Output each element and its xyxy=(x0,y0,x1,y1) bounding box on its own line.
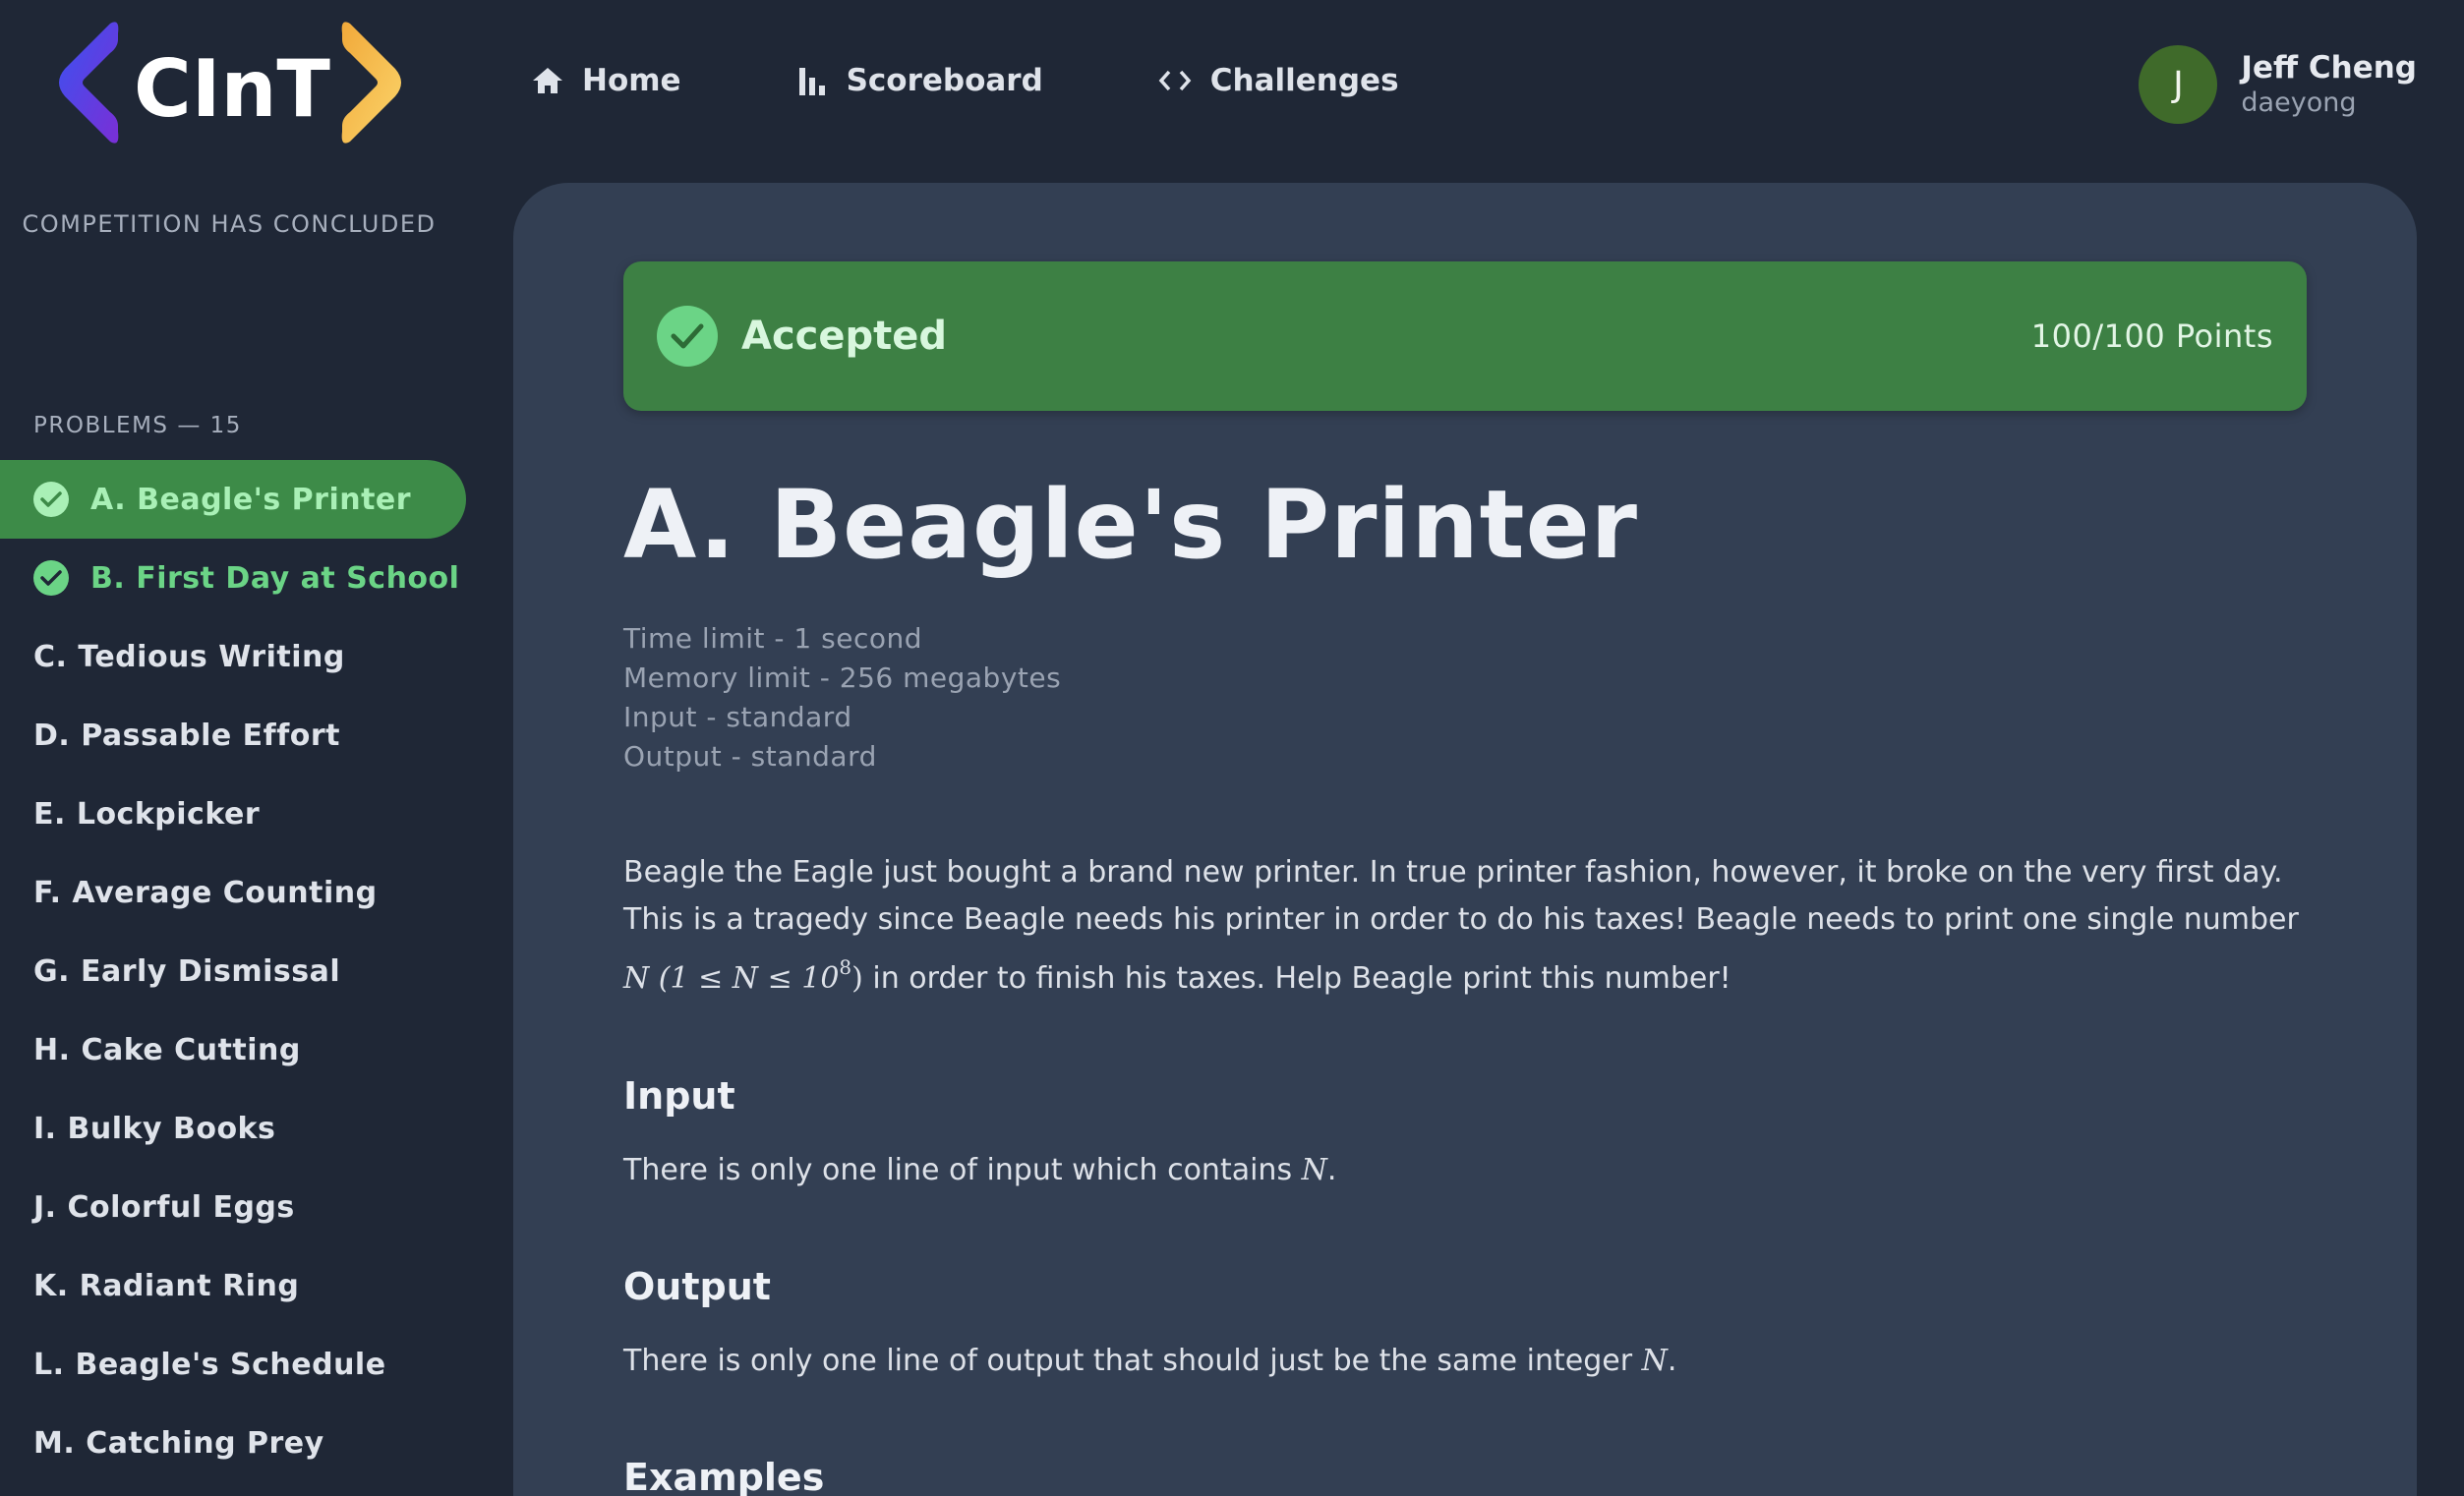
memory-limit: Memory limit - 256 megabytes xyxy=(623,662,1062,694)
examples-heading: Examples xyxy=(623,1456,825,1496)
problem-item[interactable]: C. Tedious Writing xyxy=(0,617,466,696)
problem-item-label: A. Beagle's Printer xyxy=(90,482,412,517)
problem-item-label: H. Cake Cutting xyxy=(33,1032,301,1067)
statement-math-close: ) xyxy=(851,961,863,996)
output-text: There is only one line of output that sh… xyxy=(623,1344,1642,1378)
problem-item[interactable]: K. Radiant Ring xyxy=(0,1246,466,1325)
problem-item[interactable]: A. Beagle's Printer xyxy=(0,460,466,539)
submission-status: Accepted xyxy=(741,314,948,359)
output-heading: Output xyxy=(623,1265,771,1308)
logo-mark: CInT xyxy=(59,22,401,144)
problem-content: Accepted 100/100 Points A. Beagle's Prin… xyxy=(623,261,2307,1496)
problem-statement: Beagle the Eagle just bought a brand new… xyxy=(623,849,2307,1003)
problem-item[interactable]: E. Lockpicker xyxy=(0,775,466,853)
problem-item[interactable]: G. Early Dismissal xyxy=(0,932,466,1010)
check-icon xyxy=(33,560,69,596)
user-handle: daeyong xyxy=(2241,87,2357,118)
app-root: CInT COMPETITION HAS CONCLUDED PROBLEMS … xyxy=(0,0,2464,1496)
time-limit: Time limit - 1 second xyxy=(623,622,922,655)
submission-banner: Accepted 100/100 Points xyxy=(623,261,2307,411)
nav-challenges-label: Challenges xyxy=(1209,63,1399,98)
problem-item-label: K. Radiant Ring xyxy=(33,1268,300,1303)
problem-panel: Accepted 100/100 Points A. Beagle's Prin… xyxy=(513,183,2417,1496)
problem-list: A. Beagle's Printer B. First Day at Schoo… xyxy=(0,460,511,1482)
submission-points: 100/100 Points xyxy=(2030,317,2273,355)
problem-item-label: F. Average Counting xyxy=(33,875,378,910)
check-icon xyxy=(33,482,69,517)
input-heading: Input xyxy=(623,1074,735,1118)
problem-item-label: B. First Day at School xyxy=(90,560,460,596)
nav-scoreboard-label: Scoreboard xyxy=(846,63,1043,98)
problem-item[interactable]: I. Bulky Books xyxy=(0,1089,466,1168)
competition-status: COMPETITION HAS CONCLUDED xyxy=(22,210,437,238)
problem-item[interactable]: D. Passable Effort xyxy=(0,696,466,775)
problems-heading: PROBLEMS — 15 xyxy=(33,413,242,438)
output-mode: Output - standard xyxy=(623,740,877,773)
problem-item-label: G. Early Dismissal xyxy=(33,953,341,989)
check-icon xyxy=(657,306,718,367)
problem-item[interactable]: M. Catching Prey xyxy=(0,1404,466,1482)
problem-item-label: L. Beagle's Schedule xyxy=(33,1347,386,1382)
statement-math-exponent: 8 xyxy=(839,955,852,979)
home-icon xyxy=(531,66,564,95)
bar-chart-icon xyxy=(795,64,829,97)
output-end: . xyxy=(1667,1344,1677,1378)
input-math: N xyxy=(1301,1153,1327,1187)
output-description: There is only one line of output that sh… xyxy=(623,1339,2307,1384)
input-text: There is only one line of input which co… xyxy=(623,1153,1302,1187)
logo-text: CInT xyxy=(134,43,330,135)
user-info: Jeff Cheng daeyong xyxy=(2241,49,2417,120)
user-menu[interactable]: J Jeff Cheng daeyong xyxy=(2139,45,2417,124)
top-nav: Home Scoreboard Challenges xyxy=(531,49,1513,112)
output-math: N xyxy=(1641,1344,1668,1378)
nav-home-label: Home xyxy=(582,63,681,98)
input-mode: Input - standard xyxy=(623,701,852,733)
problem-item-label: C. Tedious Writing xyxy=(33,639,345,674)
problem-item-label: D. Passable Effort xyxy=(33,718,341,753)
problem-item[interactable]: H. Cake Cutting xyxy=(0,1010,466,1089)
input-description: There is only one line of input which co… xyxy=(623,1148,2307,1193)
nav-challenges[interactable]: Challenges xyxy=(1157,63,1399,98)
problem-item[interactable]: F. Average Counting xyxy=(0,853,466,932)
problem-item[interactable]: B. First Day at School xyxy=(0,539,466,617)
problem-title: A. Beagle's Printer xyxy=(623,470,1639,580)
logo[interactable]: CInT xyxy=(33,18,427,147)
statement-text: Beagle the Eagle just bought a brand new… xyxy=(623,855,2299,937)
input-end: . xyxy=(1326,1153,1337,1187)
statement-math-main: N (1 ≤ N ≤ 10 xyxy=(623,961,840,996)
problem-item-label: E. Lockpicker xyxy=(33,796,261,832)
statement-math: N (1 ≤ N ≤ 108) xyxy=(623,955,863,996)
problem-item[interactable]: L. Beagle's Schedule xyxy=(0,1325,466,1404)
problem-item[interactable]: J. Colorful Eggs xyxy=(0,1168,466,1246)
avatar: J xyxy=(2139,45,2218,124)
problem-item-label: I. Bulky Books xyxy=(33,1111,276,1146)
sidebar: CInT COMPETITION HAS CONCLUDED PROBLEMS … xyxy=(0,0,511,1496)
user-name: Jeff Cheng xyxy=(2241,50,2417,86)
statement-text-end: in order to finish his taxes. Help Beagl… xyxy=(862,961,1731,996)
problem-limits: Time limit - 1 second Memory limit - 256… xyxy=(623,619,2307,777)
problem-item-label: M. Catching Prey xyxy=(33,1425,324,1461)
problem-item-label: J. Colorful Eggs xyxy=(33,1189,295,1225)
nav-scoreboard[interactable]: Scoreboard xyxy=(795,63,1043,98)
nav-home[interactable]: Home xyxy=(531,63,681,98)
code-icon xyxy=(1157,66,1193,95)
